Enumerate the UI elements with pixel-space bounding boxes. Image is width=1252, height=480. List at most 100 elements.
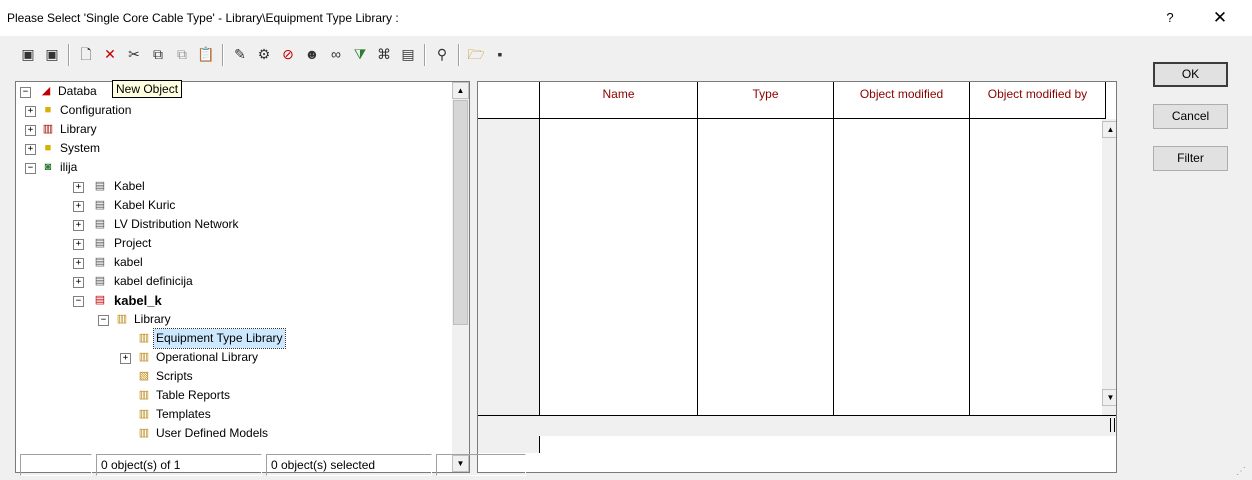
new-object-icon[interactable]: 🗋 (76, 44, 96, 64)
project-icon: ▤ (94, 275, 106, 287)
tree-label: kabel_k (114, 293, 162, 308)
tree-item-operational-library[interactable]: + ▥ Operational Library (16, 348, 456, 367)
help-button[interactable]: ? (1160, 8, 1180, 28)
tree-vertical-scrollbar[interactable]: ▲ ▼ (452, 82, 469, 472)
collapse-icon[interactable]: − (20, 87, 31, 98)
column-header-object-modified[interactable]: Object modified (834, 82, 970, 119)
library-icon: ▥ (42, 123, 54, 135)
grid-horizontal-scrollbar[interactable] (478, 416, 1116, 436)
folder-icon: ■ (44, 142, 52, 154)
folder-up-icon[interactable]: ▣ (18, 44, 38, 64)
expand-icon[interactable]: + (25, 125, 36, 136)
tree-item-ilija[interactable]: − ◙ ilija (16, 158, 456, 177)
paste-icon[interactable]: 📋 (196, 44, 216, 64)
tree-item-kabel-k[interactable]: − ▤ kabel_k (16, 291, 456, 310)
network-icon[interactable]: ⌘ (374, 44, 394, 64)
expand-icon[interactable]: + (73, 201, 84, 212)
tree-view[interactable]: − ◢ Databa + ■ Configuration + ▥ Library… (15, 81, 470, 473)
column-header-name[interactable]: Name (540, 82, 698, 119)
tree-item-project-library[interactable]: − ▥ Library (16, 310, 456, 329)
tree-item-configuration[interactable]: + ■ Configuration (16, 101, 456, 120)
settings-icon[interactable]: ⚙ (254, 44, 274, 64)
collapse-icon[interactable]: − (73, 296, 84, 307)
expand-icon[interactable]: + (25, 144, 36, 155)
expand-icon[interactable]: + (120, 353, 131, 364)
tree-item-templates[interactable]: ▥ Templates (16, 405, 456, 424)
glasses-icon[interactable]: ∞ (326, 44, 346, 64)
scroll-thumb[interactable] (453, 100, 468, 325)
tree-label: Library (134, 312, 171, 326)
tree-item-table-reports[interactable]: ▥ Table Reports (16, 386, 456, 405)
tree-item-database[interactable]: − ◢ Databa (16, 82, 456, 101)
edit-list-icon[interactable]: ▤ (398, 44, 418, 64)
library-icon: ▥ (138, 427, 150, 439)
tree-label: ilija (60, 160, 78, 174)
tree-item-kabel-lower[interactable]: + ▤ kabel (16, 253, 456, 272)
tree-label: Scripts (156, 369, 193, 383)
delete-icon[interactable]: ✕ (100, 44, 120, 64)
tree-item-kabel-kuric[interactable]: + ▤ Kabel Kuric (16, 196, 456, 215)
copy-icon[interactable]: ⧉ (148, 44, 168, 64)
tree-label: Kabel Kuric (114, 198, 176, 212)
library-icon: ▥ (116, 313, 128, 325)
tree-item-lv-distribution-network[interactable]: + ▤ LV Distribution Network (16, 215, 456, 234)
tree-label: Databa (58, 84, 97, 98)
tree-item-scripts[interactable]: ▧ Scripts (16, 367, 456, 386)
cut-icon[interactable]: ✂ (124, 44, 144, 64)
tree-label: Configuration (60, 103, 132, 117)
forbidden-icon[interactable]: ⊘ (278, 44, 298, 64)
cancel-button[interactable]: Cancel (1153, 104, 1228, 129)
collapse-icon[interactable]: − (98, 315, 109, 326)
resize-grip-icon[interactable]: ⋰ (1236, 466, 1248, 478)
tree-item-kabel[interactable]: + ▤ Kabel (16, 177, 456, 196)
scroll-up-icon[interactable]: ▲ (1102, 121, 1116, 138)
expand-icon[interactable]: + (73, 277, 84, 288)
folder-down-icon[interactable]: ▣ (42, 44, 62, 64)
column-header-object-modified-by[interactable]: Object modified by (970, 82, 1106, 119)
column-resize-handle[interactable] (1110, 418, 1115, 432)
filter-icon[interactable]: ⧩ (350, 44, 370, 64)
binoculars-icon[interactable]: ⚲ (432, 44, 452, 64)
tree-item-library[interactable]: + ▥ Library (16, 120, 456, 139)
tree-item-system[interactable]: + ■ System (16, 139, 456, 158)
library-icon: ▥ (138, 332, 150, 344)
collapse-icon[interactable]: − (25, 163, 36, 174)
tree-label: User Defined Models (156, 426, 269, 440)
tree-label: Table Reports (156, 388, 231, 402)
grid-vertical-scrollbar[interactable]: ▲ ▼ (1102, 119, 1116, 415)
tree-item-equipment-type-library[interactable]: ▥ Equipment Type Library (16, 328, 456, 349)
close-button[interactable]: ✕ (1208, 6, 1232, 30)
tree-item-kabel-definicija[interactable]: + ▤ kabel definicija (16, 272, 456, 291)
expand-icon[interactable]: + (73, 182, 84, 193)
expand-icon[interactable]: + (25, 106, 36, 117)
scroll-up-icon[interactable]: ▲ (452, 82, 469, 99)
copy-disabled-icon[interactable]: ⧉ (172, 44, 192, 64)
project-icon: ▤ (94, 180, 106, 192)
status-selected-count: 0 object(s) selected (266, 454, 432, 476)
expand-icon[interactable]: + (73, 239, 84, 250)
filter-button[interactable]: Filter (1153, 146, 1228, 171)
expand-icon[interactable]: + (73, 258, 84, 269)
column-header-type[interactable]: Type (698, 82, 834, 119)
tree-item-user-defined-models[interactable]: ▥ User Defined Models (16, 424, 456, 443)
status-cell-empty (436, 454, 526, 476)
ok-button[interactable]: OK (1153, 62, 1228, 87)
project-icon: ▤ (94, 256, 106, 268)
tree-item-project[interactable]: + ▤ Project (16, 234, 456, 253)
tree-label: Kabel (114, 179, 145, 193)
toolbar-separator (68, 44, 70, 66)
edit-object-icon[interactable]: ✎ (230, 44, 250, 64)
scroll-down-icon[interactable]: ▼ (1102, 389, 1116, 406)
object-grid[interactable]: Name Type Object modified Object modifie… (477, 81, 1117, 473)
expand-icon[interactable]: + (73, 220, 84, 231)
tree-label: System (60, 141, 101, 155)
grid-column-name[interactable] (540, 119, 698, 416)
folder-icon: ■ (44, 104, 52, 116)
grid-column-object-modified[interactable] (834, 119, 970, 416)
save-icon[interactable]: ▪ (490, 44, 510, 64)
open-folder-icon[interactable]: 🗁 (466, 44, 486, 64)
grid-column-type[interactable] (698, 119, 834, 416)
grid-column-object-modified-by[interactable] (970, 119, 1106, 416)
dialog-body: ▣ ▣ 🗋 ✕ ✂ ⧉ ⧉ 📋 ✎ ⚙ ⊘ ☻ ∞ ⧩ ⌘ ▤ ⚲ 🗁 ▪ Ne… (0, 36, 1252, 480)
user-search-icon[interactable]: ☻ (302, 44, 322, 64)
